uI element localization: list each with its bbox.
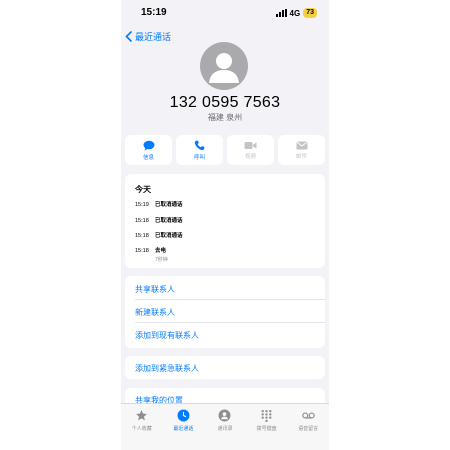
person-icon bbox=[219, 409, 231, 422]
divider bbox=[135, 299, 325, 300]
network-label: 4G bbox=[289, 8, 301, 18]
call-time: 15:19 bbox=[135, 202, 149, 208]
mail-button[interactable]: 邮件 bbox=[278, 135, 325, 165]
status-indicators: 4G 73 bbox=[275, 8, 317, 18]
status-time: 15:19 bbox=[141, 7, 167, 18]
chevron-left-icon bbox=[125, 31, 132, 42]
tab-label: 个人收藏 bbox=[131, 426, 152, 432]
call-status: 已取消通话 bbox=[155, 233, 183, 239]
keypad-icon bbox=[261, 409, 272, 422]
divider bbox=[135, 322, 325, 323]
phone-screen: 15:19 4G 73 最近通话 132 0595 7563 福建 泉州 信息 … bbox=[121, 0, 329, 450]
tab-favorites[interactable]: 个人收藏 bbox=[122, 404, 162, 450]
call-row: 15:19 已取消通话 bbox=[135, 200, 183, 208]
mail-icon bbox=[296, 141, 307, 149]
share-contact-link[interactable]: 共享联系人 bbox=[135, 284, 175, 295]
tab-keypad[interactable]: 拨号键盘 bbox=[247, 404, 287, 450]
call-row: 15:18 已取消通话 bbox=[135, 216, 183, 224]
contact-actions-card: 共享联系人 新建联系人 添加到现有联系人 bbox=[125, 276, 325, 348]
signal-icon bbox=[275, 9, 287, 17]
tab-label: 通讯录 bbox=[217, 426, 233, 432]
call-time: 15:18 bbox=[135, 218, 149, 224]
add-existing-contact-link[interactable]: 添加到现有联系人 bbox=[135, 330, 199, 341]
call-row: 15:18 去电 7秒钟 bbox=[135, 246, 168, 263]
battery-icon: 73 bbox=[303, 8, 317, 18]
back-button[interactable]: 最近通话 bbox=[125, 30, 171, 43]
call-label: 呼叫 bbox=[193, 154, 205, 161]
message-button[interactable]: 信息 bbox=[125, 135, 172, 165]
call-time: 15:18 bbox=[135, 248, 149, 254]
add-emergency-contact-link[interactable]: 添加到紧急联系人 bbox=[135, 363, 199, 374]
video-button[interactable]: 视频 bbox=[227, 135, 274, 165]
status-bar: 15:19 4G 73 bbox=[121, 6, 329, 22]
tab-recents[interactable]: 最近通话 bbox=[163, 404, 203, 450]
phone-number[interactable]: 132 0595 7563 bbox=[121, 94, 329, 112]
mail-label: 邮件 bbox=[295, 153, 307, 160]
message-icon bbox=[143, 140, 154, 150]
call-row: 15:18 已取消通话 bbox=[135, 231, 183, 239]
call-status: 去电 bbox=[155, 248, 167, 254]
tab-voicemail[interactable]: 语音留言 bbox=[288, 404, 328, 450]
new-contact-link[interactable]: 新建联系人 bbox=[135, 307, 175, 318]
call-button[interactable]: 呼叫 bbox=[176, 135, 223, 165]
tab-contacts[interactable]: 通讯录 bbox=[205, 404, 245, 450]
video-icon bbox=[244, 141, 257, 149]
recent-calls-card: 今天 15:19 已取消通话 15:18 已取消通话 15:18 已取消通话 15:1… bbox=[125, 174, 325, 268]
call-duration: 7秒钟 bbox=[155, 257, 168, 263]
tab-label: 拨号键盘 bbox=[256, 426, 277, 432]
tab-label: 最近通话 bbox=[173, 426, 194, 432]
person-silhouette-icon bbox=[209, 53, 239, 83]
message-label: 信息 bbox=[142, 154, 154, 161]
call-time: 15:18 bbox=[135, 233, 149, 239]
voicemail-icon bbox=[301, 412, 315, 419]
star-icon bbox=[136, 410, 148, 421]
tab-bar: 个人收藏 最近通话 通讯录 拨号键盘 语音留言 bbox=[121, 403, 329, 450]
recent-calls-header: 今天 bbox=[135, 185, 151, 194]
call-status: 已取消通话 bbox=[155, 202, 183, 208]
emergency-card: 添加到紧急联系人 bbox=[125, 356, 325, 379]
action-buttons: 信息 呼叫 视频 邮件 bbox=[125, 135, 325, 165]
call-status: 已取消通话 bbox=[155, 218, 183, 224]
tab-label: 语音留言 bbox=[298, 426, 319, 432]
back-label: 最近通话 bbox=[135, 32, 172, 42]
video-label: 视频 bbox=[244, 153, 256, 160]
phone-icon bbox=[194, 140, 205, 150]
avatar bbox=[200, 42, 248, 90]
clock-icon bbox=[177, 409, 190, 422]
phone-location: 福建 泉州 bbox=[207, 113, 243, 122]
